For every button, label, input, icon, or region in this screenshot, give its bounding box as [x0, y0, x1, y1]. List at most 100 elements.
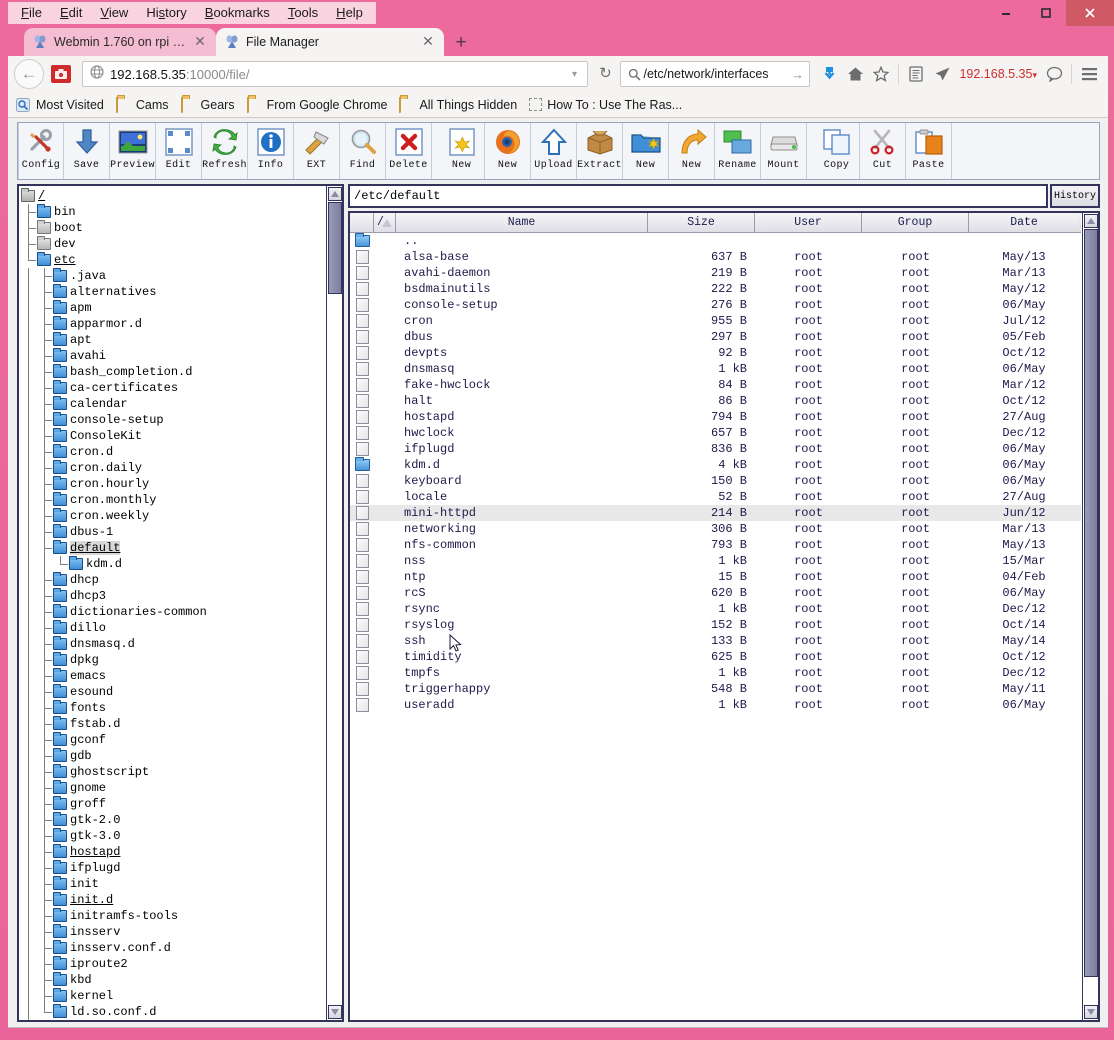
tree-item-dhcp3[interactable]: dhcp3: [21, 588, 324, 604]
tab-webmin-close-icon[interactable]: ✕: [192, 34, 208, 50]
column-header-user[interactable]: User: [755, 213, 862, 232]
table-row[interactable]: kdm.d4 kBrootroot06/May: [350, 457, 1081, 473]
tree-item-gtk-2.0[interactable]: gtk-2.0: [21, 812, 324, 828]
fm-toolbar-config-button[interactable]: Config: [18, 123, 64, 179]
url-dropdown-icon[interactable]: ▾: [565, 69, 583, 80]
url-bar[interactable]: 192.168.5.35:10000/file/ ▾: [82, 61, 588, 87]
row-checkbox-cell[interactable]: [350, 362, 374, 376]
chat-icon[interactable]: [1041, 61, 1067, 87]
tree-item-hostapd[interactable]: hostapd: [21, 844, 324, 860]
history-button[interactable]: History: [1050, 184, 1100, 208]
tree-item-dictionaries-common[interactable]: dictionaries-common: [21, 604, 324, 620]
row-checkbox-cell[interactable]: [350, 330, 374, 344]
row-checkbox[interactable]: [356, 570, 369, 584]
tree-item-cron.monthly[interactable]: cron.monthly: [21, 492, 324, 508]
row-name[interactable]: rsync: [374, 602, 648, 616]
send-icon[interactable]: [929, 61, 955, 87]
table-row[interactable]: locale52 Brootroot27/Aug: [350, 489, 1081, 505]
row-checkbox-cell[interactable]: [350, 394, 374, 408]
tree-scroll-up-arrow[interactable]: [328, 187, 342, 201]
row-name[interactable]: keyboard: [374, 474, 648, 488]
table-row[interactable]: dbus297 Brootroot05/Feb: [350, 329, 1081, 345]
tree-vertical-scrollbar[interactable]: [326, 186, 342, 1020]
table-row[interactable]: mini-httpd214 BrootrootJun/12: [350, 505, 1081, 521]
menu-tools[interactable]: Tools: [279, 3, 327, 24]
table-row[interactable]: avahi-daemon219 BrootrootMar/13: [350, 265, 1081, 281]
column-header-checkbox[interactable]: [350, 213, 374, 232]
ip-address-label[interactable]: 192.168.5.35▾: [955, 67, 1041, 81]
row-checkbox[interactable]: [356, 426, 369, 440]
row-checkbox-cell[interactable]: [350, 266, 374, 280]
row-checkbox-cell[interactable]: [350, 250, 374, 264]
table-row[interactable]: tmpfs1 kBrootrootDec/12: [350, 665, 1081, 681]
path-input[interactable]: /etc/default: [348, 184, 1048, 208]
tree-item-fstab.d[interactable]: fstab.d: [21, 716, 324, 732]
menu-edit[interactable]: Edit: [51, 3, 91, 24]
row-checkbox-cell[interactable]: [350, 618, 374, 632]
fm-toolbar-ext-button[interactable]: EXT: [294, 123, 340, 179]
fm-toolbar-paste-button[interactable]: Paste: [906, 123, 952, 179]
tree-item-kbd[interactable]: kbd: [21, 972, 324, 988]
tree-item-apt[interactable]: apt: [21, 332, 324, 348]
reload-button[interactable]: ↻: [592, 61, 618, 87]
bookmark-most-visited[interactable]: Most Visited: [16, 98, 104, 112]
menu-view[interactable]: View: [91, 3, 137, 24]
row-name[interactable]: halt: [374, 394, 648, 408]
tree-item-cron.weekly[interactable]: cron.weekly: [21, 508, 324, 524]
table-row[interactable]: console-setup276 Brootroot06/May: [350, 297, 1081, 313]
list-scroll-thumb[interactable]: [1084, 229, 1098, 977]
table-row[interactable]: nfs-common793 BrootrootMay/13: [350, 537, 1081, 553]
row-checkbox[interactable]: [356, 634, 369, 648]
row-checkbox-cell[interactable]: [350, 650, 374, 664]
row-checkbox-cell[interactable]: [350, 410, 374, 424]
home-icon[interactable]: [842, 61, 868, 87]
row-checkbox[interactable]: [356, 298, 369, 312]
table-row[interactable]: fake-hwclock84 BrootrootMar/12: [350, 377, 1081, 393]
fm-toolbar-cut-button[interactable]: Cut: [860, 123, 906, 179]
table-row[interactable]: cron955 BrootrootJul/12: [350, 313, 1081, 329]
row-checkbox-cell[interactable]: [350, 538, 374, 552]
table-row[interactable]: nss1 kBrootroot15/Mar: [350, 553, 1081, 569]
row-name[interactable]: ssh: [374, 634, 648, 648]
fm-toolbar-new-button[interactable]: New: [623, 123, 669, 179]
row-name[interactable]: console-setup: [374, 298, 648, 312]
table-row[interactable]: hostapd794 Brootroot27/Aug: [350, 409, 1081, 425]
row-checkbox-cell[interactable]: [350, 378, 374, 392]
tree-item-dillo[interactable]: dillo: [21, 620, 324, 636]
tree-item-fonts[interactable]: fonts: [21, 700, 324, 716]
row-checkbox-cell[interactable]: [350, 682, 374, 696]
fm-toolbar-copy-button[interactable]: Copy: [814, 123, 860, 179]
tree-item-kernel[interactable]: kernel: [21, 988, 324, 1004]
row-name[interactable]: kdm.d: [374, 458, 648, 472]
table-row[interactable]: alsa-base637 BrootrootMay/13: [350, 249, 1081, 265]
table-row[interactable]: hwclock657 BrootrootDec/12: [350, 425, 1081, 441]
menu-bookmarks[interactable]: Bookmarks: [196, 3, 279, 24]
table-row[interactable]: keyboard150 Brootroot06/May: [350, 473, 1081, 489]
row-checkbox[interactable]: [356, 442, 369, 456]
tree-scroll-down-arrow[interactable]: [328, 1005, 342, 1019]
tree-item-dnsmasq.d[interactable]: dnsmasq.d: [21, 636, 324, 652]
table-row[interactable]: dnsmasq1 kBrootroot06/May: [350, 361, 1081, 377]
fm-toolbar-extract-button[interactable]: Extract: [577, 123, 623, 179]
row-name[interactable]: avahi-daemon: [374, 266, 648, 280]
column-header-date[interactable]: Date: [969, 213, 1079, 232]
tree-item-cron.d[interactable]: cron.d: [21, 444, 324, 460]
maximize-button[interactable]: [1026, 0, 1066, 26]
bookmark-cams[interactable]: Cams: [116, 98, 169, 112]
tree-item-emacs[interactable]: emacs: [21, 668, 324, 684]
tree-item-insserv[interactable]: insserv: [21, 924, 324, 940]
fm-toolbar-mount-button[interactable]: Mount: [761, 123, 807, 179]
tree-item-default[interactable]: default: [21, 540, 324, 556]
column-header-group[interactable]: Group: [862, 213, 969, 232]
tree-item-iproute2[interactable]: iproute2: [21, 956, 324, 972]
row-checkbox[interactable]: [356, 650, 369, 664]
back-button[interactable]: ←: [14, 59, 44, 89]
row-name[interactable]: rsyslog: [374, 618, 648, 632]
row-name[interactable]: dbus: [374, 330, 648, 344]
tree-item-etc[interactable]: etc: [21, 252, 324, 268]
download-icon[interactable]: [816, 61, 842, 87]
tree-item-.java[interactable]: .java: [21, 268, 324, 284]
fm-toolbar-delete-button[interactable]: Delete: [386, 123, 432, 179]
row-checkbox-cell[interactable]: [350, 490, 374, 504]
row-name[interactable]: cron: [374, 314, 648, 328]
